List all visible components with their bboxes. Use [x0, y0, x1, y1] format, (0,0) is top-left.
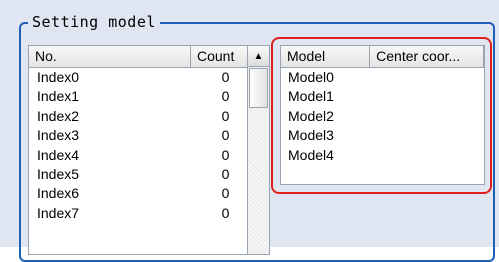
index-cell: Index1: [37, 88, 80, 105]
index-cell: Index2: [37, 107, 80, 124]
list-item[interactable]: Model0: [281, 68, 484, 87]
index-cell: Index0: [37, 69, 80, 85]
count-cell: 0: [221, 69, 230, 85]
list-item[interactable]: Model3: [281, 126, 484, 145]
vertical-scrollbar[interactable]: ▲: [247, 46, 269, 254]
group-title: Setting model: [28, 13, 160, 31]
count-cell: 0: [221, 204, 230, 221]
count-cell: 0: [221, 127, 230, 144]
model-list-header: Model Center coor...: [281, 46, 484, 68]
table-row[interactable]: Index4 0: [29, 146, 248, 165]
column-header-model[interactable]: Model: [281, 46, 371, 67]
table-row[interactable]: Index5 0: [29, 165, 248, 184]
scroll-up-button[interactable]: ▲: [248, 46, 269, 67]
index-cell: Index7: [37, 204, 80, 221]
index-list-rows: Index0 0 Index1 0 Index2 0 Index3 0 Index4 0 …: [29, 68, 248, 223]
table-row[interactable]: Index7 0: [29, 204, 248, 223]
count-cell: 0: [221, 146, 230, 163]
index-cell: Index6: [37, 185, 80, 202]
table-row[interactable]: Index3 0: [29, 126, 248, 145]
table-row[interactable]: Index1 0: [29, 87, 248, 106]
table-row[interactable]: Index6 0: [29, 184, 248, 203]
list-item[interactable]: Model2: [281, 107, 484, 126]
index-cell: Index3: [37, 127, 80, 144]
count-cell: 0: [221, 107, 230, 124]
settings-panel: Setting model No. Count Index0 0 Index1 0 …: [0, 0, 499, 262]
column-header-no[interactable]: No.: [29, 46, 191, 67]
model-list-rows: Model0 Model1 Model2 Model3 Model4: [281, 68, 484, 165]
count-cell: 0: [221, 165, 230, 182]
column-header-center-coordinates[interactable]: Center coor...: [370, 46, 484, 67]
list-item[interactable]: Model1: [281, 87, 484, 106]
column-header-count[interactable]: Count: [191, 46, 248, 67]
count-cell: 0: [221, 88, 230, 105]
index-cell: Index4: [37, 146, 80, 163]
table-row[interactable]: Index2 0: [29, 107, 248, 126]
count-cell: 0: [221, 185, 230, 202]
index-list[interactable]: No. Count Index0 0 Index1 0 Index2 0 Index3…: [28, 45, 270, 255]
list-item[interactable]: Model4: [281, 146, 484, 165]
scroll-thumb[interactable]: [249, 68, 268, 108]
arrow-up-icon: ▲: [253, 50, 264, 62]
index-list-header: No. Count: [29, 46, 269, 68]
table-row[interactable]: Index0 0: [29, 68, 248, 87]
index-cell: Index5: [37, 165, 80, 182]
model-list[interactable]: Model Center coor... Model0 Model1 Model…: [280, 45, 485, 185]
